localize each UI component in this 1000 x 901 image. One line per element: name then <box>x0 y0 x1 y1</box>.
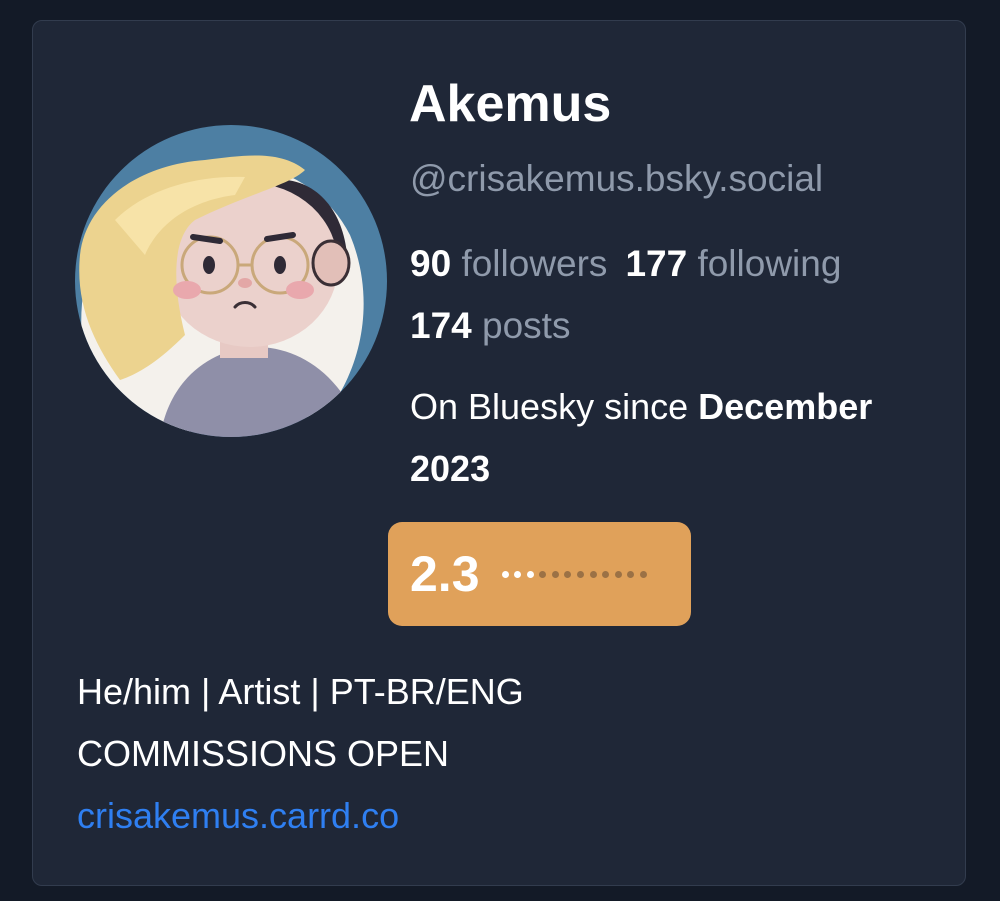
joined-prefix: On Bluesky since <box>410 386 689 427</box>
following-stat[interactable]: 177 following <box>625 233 841 295</box>
score-dot <box>539 570 547 578</box>
cartoon-portrait-avatar-icon <box>75 125 387 437</box>
score-dot <box>577 570 585 578</box>
score-dot <box>564 570 572 578</box>
bio: He/him | Artist | PT-BR/ENG COMMISSIONS … <box>77 661 524 847</box>
following-count: 177 <box>625 243 688 284</box>
followers-label: followers <box>461 243 608 284</box>
joined-date: On Bluesky since December 2023 <box>410 376 950 500</box>
score-dot <box>501 570 509 578</box>
posts-label: posts <box>482 305 571 346</box>
posts-count: 174 <box>410 305 472 346</box>
score-dot <box>526 570 534 578</box>
following-label: following <box>697 243 842 284</box>
avatar[interactable] <box>75 125 387 437</box>
score-dot <box>602 570 610 578</box>
bio-line-1: He/him | Artist | PT-BR/ENG <box>77 671 524 712</box>
followers-stat[interactable]: 90 followers <box>410 233 607 295</box>
posts-stat: 174 posts <box>410 295 570 357</box>
profile-stats: 90 followers 177 following 174 posts <box>410 233 950 357</box>
score-dot <box>589 570 597 578</box>
score-dot <box>514 570 522 578</box>
score-badge: 2.3 <box>388 522 691 626</box>
display-name: Akemus <box>409 75 612 133</box>
score-value: 2.3 <box>410 546 480 602</box>
score-level-indicator <box>501 570 653 578</box>
score-dot <box>627 570 635 578</box>
bio-line-2: COMMISSIONS OPEN <box>77 733 450 774</box>
bio-link[interactable]: crisakemus.carrd.co <box>77 795 399 836</box>
score-dot <box>614 570 622 578</box>
handle[interactable]: @crisakemus.bsky.social <box>410 154 823 204</box>
profile-card: Akemus @crisakemus.bsky.social 90 follow… <box>32 20 966 886</box>
followers-count: 90 <box>410 243 452 284</box>
score-dot <box>640 570 648 578</box>
score-dot <box>551 570 559 578</box>
